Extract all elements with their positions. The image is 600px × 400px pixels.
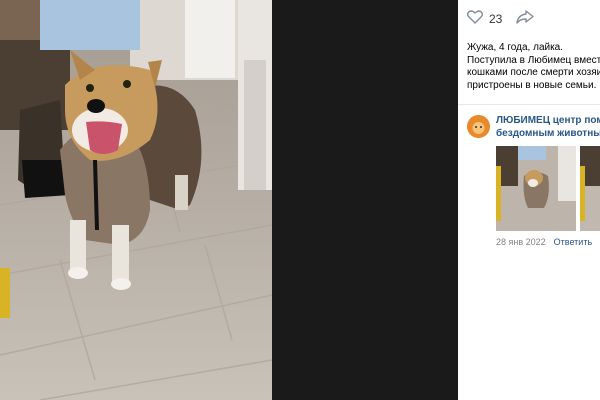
main-photo[interactable] bbox=[0, 0, 272, 400]
likes-count: 23 bbox=[489, 12, 503, 26]
comment-attachments bbox=[496, 146, 600, 231]
comment-body: ЛЮБИМЕЦ центр помощ бездомным животным Т bbox=[496, 115, 600, 247]
description-line: пристроены в новые семьи. bbox=[467, 79, 597, 91]
description-line: кошками после смерти хозяин bbox=[467, 67, 600, 78]
like-button[interactable]: 23 bbox=[466, 9, 503, 29]
share-button[interactable] bbox=[516, 9, 535, 29]
heart-icon bbox=[466, 9, 484, 29]
attachment-photo[interactable] bbox=[496, 146, 576, 231]
reply-button[interactable]: Ответить bbox=[554, 237, 592, 247]
comment-item: ЛЮБИМЕЦ центр помощ бездомным животным Т bbox=[458, 105, 600, 247]
viewer-background bbox=[272, 0, 458, 400]
avatar[interactable] bbox=[467, 115, 490, 138]
photo-viewer: 23 Жужа, 4 года, лайка. Поступила в Люби… bbox=[0, 0, 600, 400]
description-line: Поступила в Любимец вместе с bbox=[467, 54, 600, 66]
post-description: Жужа, 4 года, лайка. Поступила в Любимец… bbox=[458, 38, 600, 92]
share-arrow-icon bbox=[516, 9, 535, 29]
attachment-photo[interactable] bbox=[580, 146, 600, 231]
post-side-panel: 23 Жужа, 4 года, лайка. Поступила в Люби… bbox=[458, 0, 600, 400]
comment-author-link[interactable]: ЛЮБИМЕЦ центр помощ бездомным животным Т bbox=[496, 115, 600, 140]
comment-date[interactable]: 28 янв 2022 bbox=[496, 237, 546, 247]
comment-meta: 28 янв 2022 Ответить bbox=[496, 237, 600, 247]
dog-photo-image bbox=[0, 0, 272, 400]
description-line: Жужа, 4 года, лайка. bbox=[467, 42, 564, 53]
author-line: бездомным животным Т bbox=[496, 127, 600, 139]
author-line: ЛЮБИМЕЦ центр помощ bbox=[496, 115, 600, 126]
post-actions-bar: 23 bbox=[458, 0, 600, 38]
